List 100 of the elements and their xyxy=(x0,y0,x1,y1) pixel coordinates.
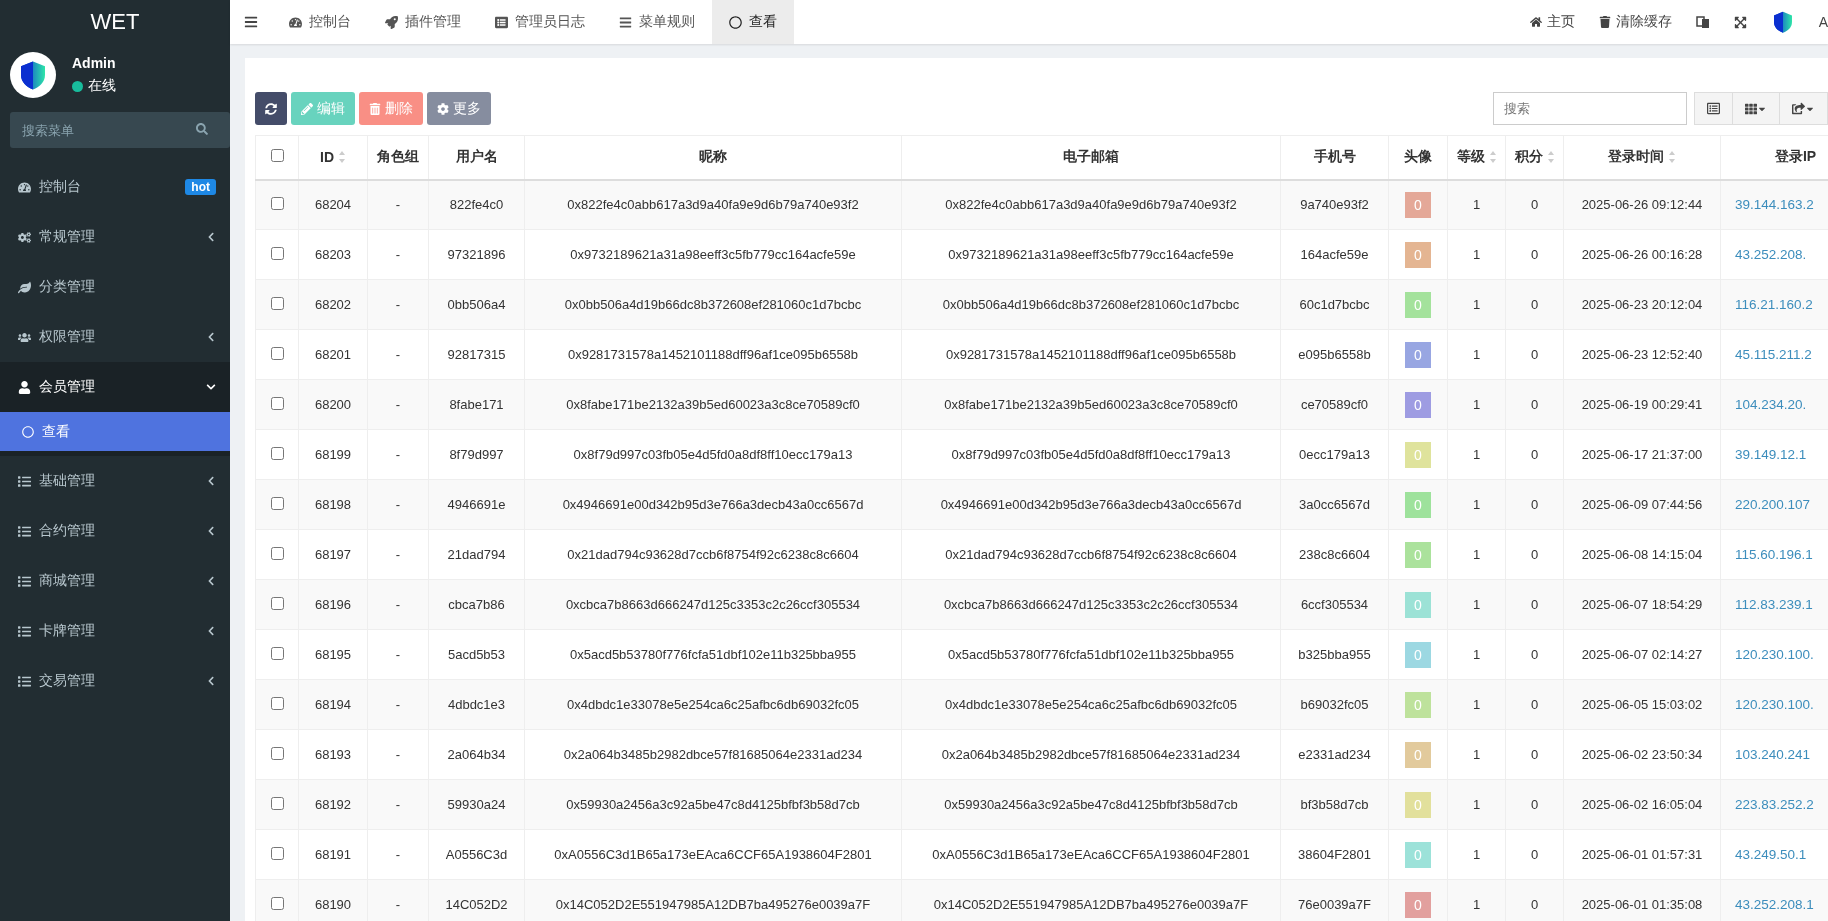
table-cell: 0xA0556C3d1B65a173eEAca6CCF65A1938604F2801 xyxy=(932,847,1250,862)
sidebar-item[interactable]: 基础管理 xyxy=(0,456,230,506)
sidebar-item[interactable]: 交易管理 xyxy=(0,656,230,706)
sidebar-item[interactable]: 常规管理 xyxy=(0,212,230,262)
row-checkbox[interactable] xyxy=(270,796,284,810)
table-cell: - xyxy=(395,897,401,912)
header-cell[interactable]: 等级 xyxy=(1447,135,1506,180)
table-cell: 0x9281731578a1452101188dff96af1ce095b6558b xyxy=(945,347,1237,362)
row-checkbox[interactable] xyxy=(270,246,284,260)
search-field[interactable]: 搜索 xyxy=(1493,92,1687,125)
table-cell: 0x2a064b3485b2982dbce57f81685064e2331ad234 xyxy=(563,747,863,762)
sidebar-item[interactable]: 卡牌管理 xyxy=(0,606,230,656)
row-checkbox[interactable] xyxy=(270,846,284,860)
sidebar-item[interactable]: 会员管理 xyxy=(0,362,230,412)
row-checkbox[interactable] xyxy=(270,546,284,560)
table-cell: 0xcbca7b8663d666247d125c3353c2c26ccf305534 xyxy=(565,597,861,612)
table-cell: - xyxy=(395,447,401,462)
avatar-tile: 0 xyxy=(1405,691,1431,718)
avatar-tile: 0 xyxy=(1405,341,1431,368)
header-user[interactable]: A xyxy=(1806,0,1828,44)
header-link[interactable]: 主页 xyxy=(1517,0,1587,44)
table-cell: 0ecc179a13 xyxy=(1299,447,1370,462)
nav-tab[interactable]: 插件管理 xyxy=(368,0,478,44)
table-cell: - xyxy=(395,497,401,512)
menu-icon[interactable] xyxy=(244,15,258,29)
row-checkbox[interactable] xyxy=(270,696,284,710)
chevron-icon xyxy=(206,382,216,392)
row-checkbox[interactable] xyxy=(270,196,284,210)
fullscreen-icon[interactable] xyxy=(1733,15,1747,29)
table-cell: 3a0cc6567d xyxy=(1299,497,1370,512)
header-cell[interactable]: 积分 xyxy=(1505,135,1564,180)
sidebar-item[interactable]: 权限管理 xyxy=(0,312,230,362)
table-cell: 0 xyxy=(1530,597,1539,612)
table-cell: A0556C3d xyxy=(445,847,508,862)
table-cell: - xyxy=(395,697,401,712)
header-link[interactable]: 清除缓存 xyxy=(1586,0,1684,44)
row-checkbox[interactable] xyxy=(270,346,284,360)
tab-icon xyxy=(289,15,302,29)
nav-tab[interactable]: 查看 xyxy=(712,0,794,44)
ip-link[interactable]: 43.252.208. xyxy=(1735,247,1807,262)
row-checkbox[interactable] xyxy=(270,296,284,310)
table-cell: 8f79d997 xyxy=(449,447,504,462)
table-cell: 0 xyxy=(1530,797,1539,812)
sidebar-item[interactable]: 控制台 hot xyxy=(0,162,230,212)
table-cell: 0 xyxy=(1530,647,1539,662)
columns-button[interactable] xyxy=(1732,92,1780,125)
table-cell: 1 xyxy=(1472,897,1481,912)
header-cell[interactable]: ID xyxy=(298,135,368,180)
list-icon xyxy=(1707,102,1720,115)
avatar-tile: 0 xyxy=(1405,841,1431,868)
avatar-tile: 0 xyxy=(1405,541,1431,568)
chevron-icon xyxy=(206,576,216,586)
row-checkbox[interactable] xyxy=(270,496,284,510)
table-cell: - xyxy=(395,747,401,762)
table-cell: 0x21dad794c93628d7ccb6f8754f92c6238c8c6604 xyxy=(945,547,1237,562)
nav-tab[interactable]: 控制台 xyxy=(272,0,368,44)
menu-icon xyxy=(18,180,31,194)
ip-link[interactable]: 43.249.50.1 xyxy=(1735,847,1807,862)
row-checkbox[interactable] xyxy=(270,596,284,610)
tab-icon xyxy=(385,15,398,29)
sidebar-item[interactable]: 商城管理 xyxy=(0,556,230,606)
menu-search-field[interactable]: 搜索菜单 xyxy=(10,112,230,148)
sidebar-subitem[interactable]: 查看 xyxy=(0,412,230,456)
header-cell[interactable]: 登录时间 xyxy=(1563,135,1721,180)
sidebar-item[interactable]: 合约管理 xyxy=(0,506,230,556)
translate-icon[interactable] xyxy=(1695,15,1710,29)
ip-link[interactable]: 104.234.20. xyxy=(1735,397,1807,412)
table-cell: 68191 xyxy=(314,847,352,862)
chevron-icon xyxy=(206,332,216,342)
table-cell: 1 xyxy=(1472,347,1481,362)
nav-tab[interactable]: 管理员日志 xyxy=(478,0,602,44)
sidebar-item[interactable]: 分类管理 xyxy=(0,262,230,312)
table-cell: 68190 xyxy=(314,897,352,912)
table-cell: 0 xyxy=(1530,747,1539,762)
home-icon xyxy=(1529,16,1542,28)
nav-tab[interactable]: 菜单规则 xyxy=(602,0,712,44)
user-status: 在线 xyxy=(72,77,116,95)
table-cell: 76e0039a7F xyxy=(1298,897,1371,912)
table-cell: 38604F2801 xyxy=(1298,847,1371,862)
table-cell: cbca7b86 xyxy=(448,597,505,612)
table-cell: 0 xyxy=(1530,397,1539,412)
table-cell: 0x21dad794c93628d7ccb6f8754f92c6238c8c6604 xyxy=(567,547,859,562)
table-cell: - xyxy=(395,397,401,412)
ip-link[interactable]: 39.149.12.1 xyxy=(1735,447,1807,462)
export-button[interactable] xyxy=(1779,92,1828,125)
table-cell: e2331ad234 xyxy=(1298,747,1371,762)
toggle-view-button[interactable] xyxy=(1694,92,1733,125)
select-all-checkbox[interactable] xyxy=(270,149,284,163)
row-checkbox[interactable] xyxy=(270,896,284,910)
row-checkbox[interactable] xyxy=(270,746,284,760)
row-checkbox[interactable] xyxy=(270,446,284,460)
refresh-button[interactable] xyxy=(255,92,287,125)
table-cell: 2a064b34 xyxy=(447,747,506,762)
chevron-icon xyxy=(206,232,216,242)
row-checkbox[interactable] xyxy=(270,646,284,660)
row-checkbox[interactable] xyxy=(270,396,284,410)
grid-icon xyxy=(1745,102,1757,115)
table-cell: 0x4dbdc1e33078e5e254ca6c25afbc6db69032fc05 xyxy=(566,697,859,712)
menu-icon xyxy=(18,474,31,488)
table-cell: 68194 xyxy=(314,697,352,712)
